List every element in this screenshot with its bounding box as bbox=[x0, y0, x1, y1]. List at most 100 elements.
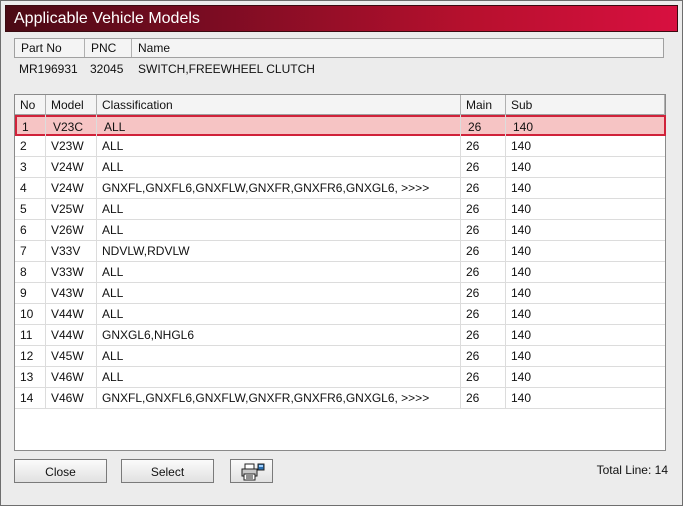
table-header: No Model Classification Main Sub bbox=[15, 95, 665, 115]
cell-model: V25W bbox=[51, 202, 84, 216]
cell-sub: 140 bbox=[511, 349, 532, 363]
cell-classification: ALL bbox=[102, 286, 124, 300]
table-row[interactable]: 2 V23W ALL 26 140 bbox=[15, 136, 665, 157]
cell-classification: ALL bbox=[102, 160, 124, 174]
table-row[interactable]: 6 V26W ALL 26 140 bbox=[15, 220, 665, 241]
column-divider bbox=[505, 115, 506, 409]
cell-classification: GNXFL,GNXFL6,GNXFLW,GNXFR,GNXFR6,GNXGL6,… bbox=[102, 181, 430, 195]
table-row[interactable]: 14 V46W GNXFL,GNXFL6,GNXFLW,GNXFR,GNXFR6,G… bbox=[15, 388, 665, 409]
cell-no: 9 bbox=[20, 286, 27, 300]
cell-main: 26 bbox=[466, 328, 480, 342]
table-row[interactable]: 8 V33W ALL 26 140 bbox=[15, 262, 665, 283]
part-info-header: Part No PNC Name bbox=[14, 38, 664, 58]
cell-main: 26 bbox=[466, 223, 480, 237]
table-row[interactable]: 1 V23C ALL 26 140 bbox=[15, 115, 666, 136]
cell-model: V23W bbox=[51, 139, 84, 153]
table-row[interactable]: 11 V44W GNXGL6,NHGL6 26 140 bbox=[15, 325, 665, 346]
cell-sub: 140 bbox=[511, 370, 532, 384]
cell-model: V46W bbox=[51, 370, 84, 384]
cell-no: 4 bbox=[20, 181, 27, 195]
cell-model: V24W bbox=[51, 181, 84, 195]
table-row[interactable]: 12 V45W ALL 26 140 bbox=[15, 346, 665, 367]
cell-model: V44W bbox=[51, 307, 84, 321]
part-no-header: Part No bbox=[15, 39, 85, 57]
cell-classification: ALL bbox=[104, 120, 126, 134]
cell-sub: 140 bbox=[511, 328, 532, 342]
cell-no: 3 bbox=[20, 160, 27, 174]
column-header-main[interactable]: Main bbox=[461, 95, 506, 115]
cell-main: 26 bbox=[466, 370, 480, 384]
column-header-classification[interactable]: Classification bbox=[97, 95, 461, 115]
table-row[interactable]: 9 V43W ALL 26 140 bbox=[15, 283, 665, 304]
column-header-no[interactable]: No bbox=[15, 95, 46, 115]
cell-classification: GNXGL6,NHGL6 bbox=[102, 328, 195, 342]
table-row[interactable]: 7 V33V NDVLW,RDVLW 26 140 bbox=[15, 241, 665, 262]
cell-main: 26 bbox=[466, 202, 480, 216]
cell-sub: 140 bbox=[511, 244, 532, 258]
table-row[interactable]: 13 V46W ALL 26 140 bbox=[15, 367, 665, 388]
cell-main: 26 bbox=[466, 160, 480, 174]
cell-model: V43W bbox=[51, 286, 84, 300]
cell-main: 26 bbox=[466, 265, 480, 279]
cell-main: 26 bbox=[466, 349, 480, 363]
cell-no: 14 bbox=[20, 391, 34, 405]
cell-main: 26 bbox=[466, 181, 480, 195]
name-value: SWITCH,FREEWHEEL CLUTCH bbox=[138, 62, 315, 76]
printer-icon bbox=[241, 463, 264, 481]
cell-no: 13 bbox=[20, 370, 34, 384]
cell-no: 10 bbox=[20, 307, 34, 321]
close-button[interactable]: Close bbox=[14, 459, 107, 483]
cell-main: 26 bbox=[466, 391, 480, 405]
cell-main: 26 bbox=[468, 120, 482, 134]
cell-sub: 140 bbox=[511, 139, 532, 153]
column-divider bbox=[460, 115, 461, 409]
pnc-header: PNC bbox=[85, 39, 132, 57]
cell-sub: 140 bbox=[511, 391, 532, 405]
name-header: Name bbox=[138, 41, 171, 55]
cell-sub: 140 bbox=[511, 265, 532, 279]
vehicle-models-table[interactable]: No Model Classification Main Sub 1 V23C AL… bbox=[14, 94, 666, 451]
cell-model: V26W bbox=[51, 223, 84, 237]
cell-model: V45W bbox=[51, 349, 84, 363]
title-bar[interactable]: Applicable Vehicle Models bbox=[5, 5, 678, 32]
cell-classification: ALL bbox=[102, 223, 124, 237]
column-divider bbox=[96, 115, 97, 409]
cell-model: V44W bbox=[51, 328, 84, 342]
cell-model: V33W bbox=[51, 265, 84, 279]
cell-no: 6 bbox=[20, 223, 27, 237]
column-header-model[interactable]: Model bbox=[46, 95, 97, 115]
cell-main: 26 bbox=[466, 307, 480, 321]
column-header-sub[interactable]: Sub bbox=[506, 95, 665, 115]
cell-no: 7 bbox=[20, 244, 27, 258]
table-row[interactable]: 5 V25W ALL 26 140 bbox=[15, 199, 665, 220]
cell-sub: 140 bbox=[511, 181, 532, 195]
cell-main: 26 bbox=[466, 139, 480, 153]
pnc-value: 32045 bbox=[90, 62, 124, 76]
window-title: Applicable Vehicle Models bbox=[14, 10, 200, 27]
cell-model: V23C bbox=[53, 120, 84, 134]
cell-no: 2 bbox=[20, 139, 27, 153]
cell-classification: GNXFL,GNXFL6,GNXFLW,GNXFR,GNXFR6,GNXGL6,… bbox=[102, 391, 430, 405]
cell-sub: 140 bbox=[513, 120, 534, 134]
cell-model: V46W bbox=[51, 391, 84, 405]
table-row[interactable]: 10 V44W ALL 26 140 bbox=[15, 304, 665, 325]
table-row[interactable]: 4 V24W GNXFL,GNXFL6,GNXFLW,GNXFR,GNXFR6,GN… bbox=[15, 178, 665, 199]
cell-classification: NDVLW,RDVLW bbox=[102, 244, 190, 258]
table-row[interactable]: 3 V24W ALL 26 140 bbox=[15, 157, 665, 178]
cell-classification: ALL bbox=[102, 265, 124, 279]
cell-no: 1 bbox=[22, 120, 29, 134]
select-button[interactable]: Select bbox=[121, 459, 214, 483]
cell-no: 5 bbox=[20, 202, 27, 216]
cell-classification: ALL bbox=[102, 370, 124, 384]
cell-no: 12 bbox=[20, 349, 34, 363]
cell-sub: 140 bbox=[511, 223, 532, 237]
cell-no: 11 bbox=[20, 328, 33, 342]
cell-no: 8 bbox=[20, 265, 27, 279]
cell-classification: ALL bbox=[102, 202, 124, 216]
cell-sub: 140 bbox=[511, 160, 532, 174]
cell-classification: ALL bbox=[102, 139, 124, 153]
cell-sub: 140 bbox=[511, 286, 532, 300]
part-no-value: MR196931 bbox=[19, 62, 78, 76]
total-lines-label: Total Line: 14 bbox=[596, 463, 668, 477]
print-button[interactable] bbox=[230, 459, 273, 483]
